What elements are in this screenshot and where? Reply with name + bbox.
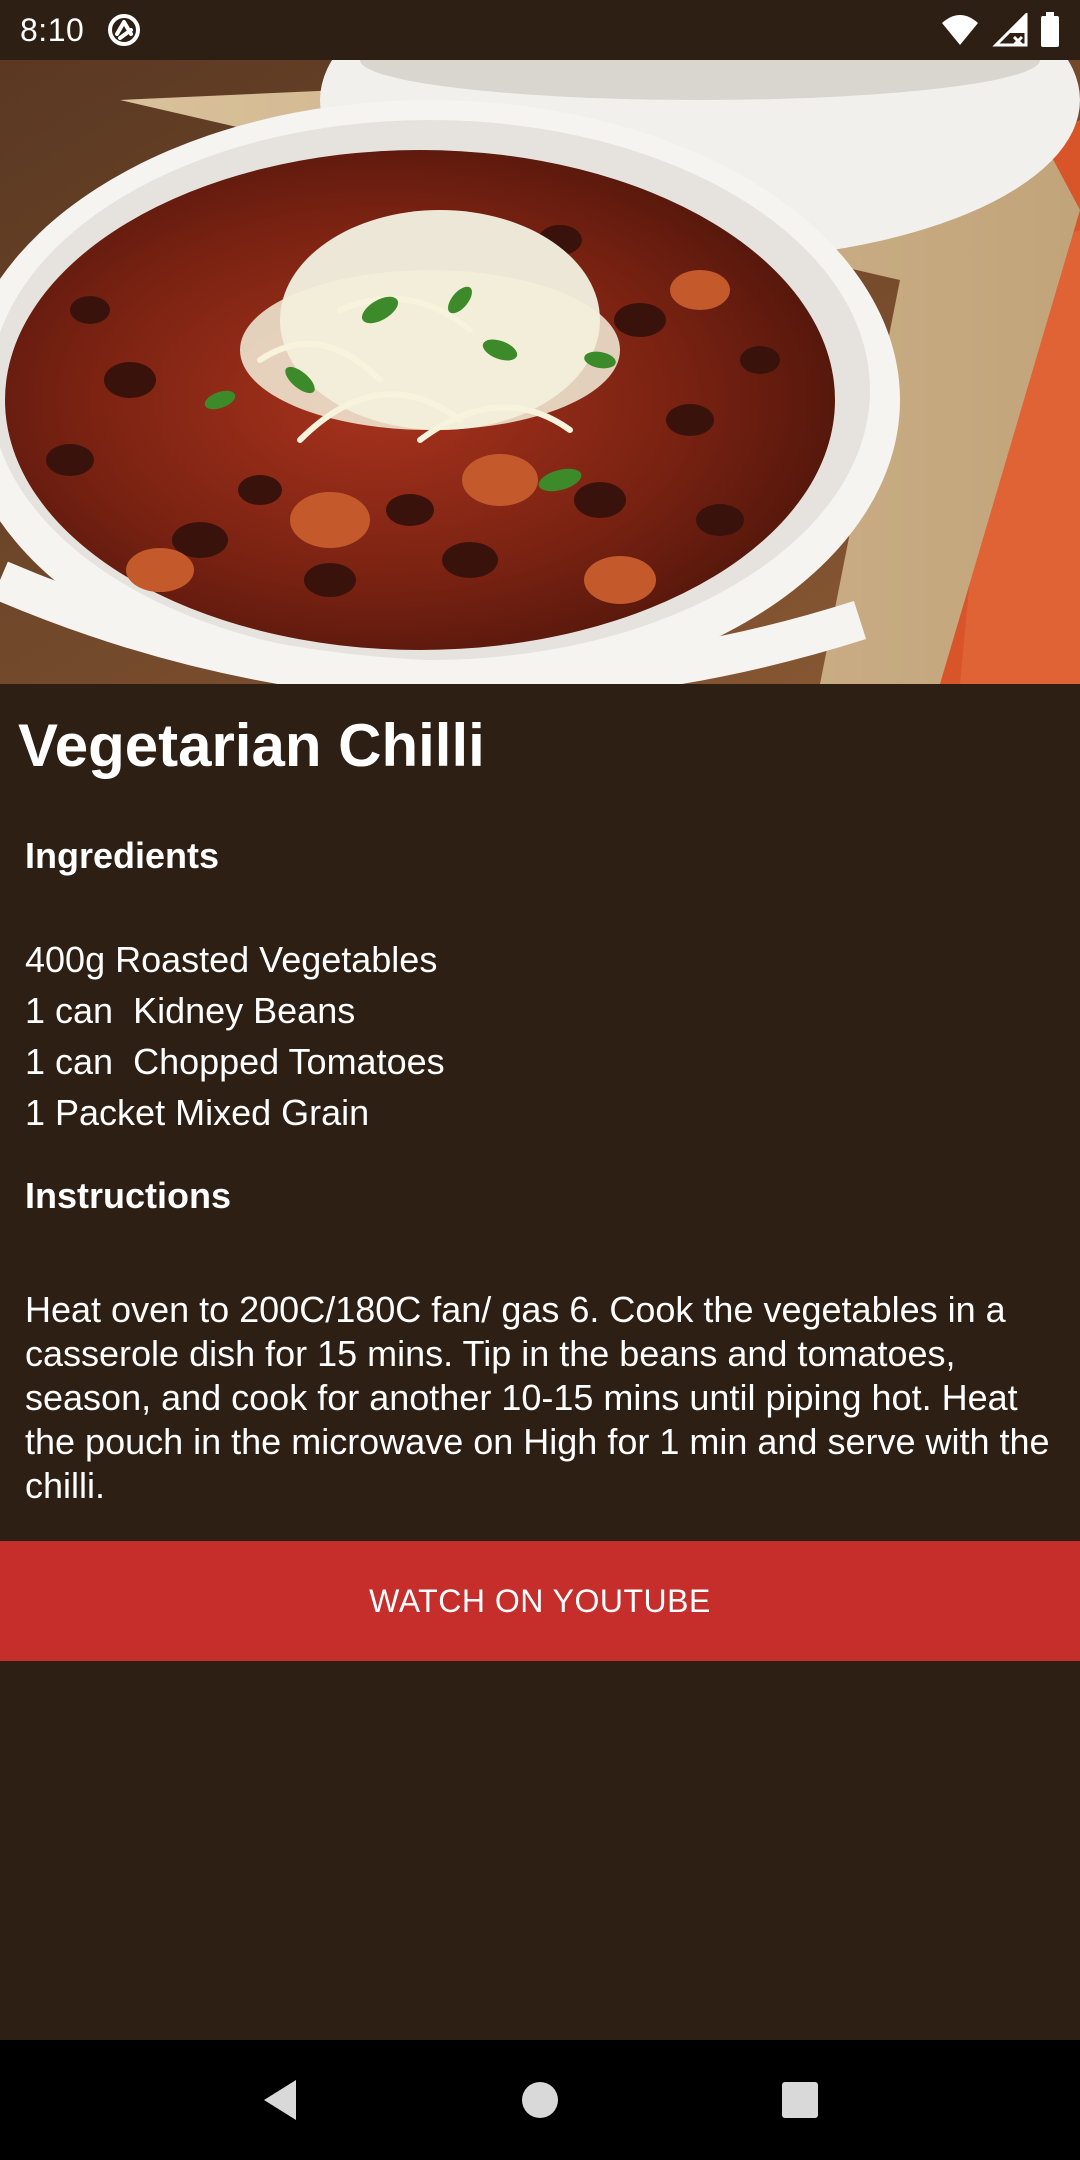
recipe-photo (0, 60, 1080, 684)
ingredients-list: 400g Roasted Vegetables 1 can Kidney Bea… (25, 934, 445, 1138)
ingredient-item: 1 can Chopped Tomatoes (25, 1041, 445, 1082)
chilli-bowl-illustration (0, 60, 1080, 684)
status-bar: 8:10 (0, 0, 1080, 60)
status-right (940, 12, 1060, 48)
recents-icon (781, 2081, 819, 2119)
sync-icon (106, 12, 142, 48)
back-button[interactable] (240, 2060, 320, 2140)
instructions-text: Heat oven to 200C/180C fan/ gas 6. Cook … (25, 1289, 1050, 1506)
status-time: 8:10 (20, 11, 85, 48)
wifi-icon (940, 13, 980, 47)
battery-icon (1040, 12, 1060, 48)
system-nav-bar (0, 2040, 1080, 2160)
ingredients-heading: Ingredients (25, 835, 220, 876)
back-icon (260, 2078, 300, 2122)
status-left: 8:10 (20, 12, 142, 49)
cell-signal-icon (992, 13, 1028, 47)
recipe-title: Vegetarian Chilli (18, 712, 485, 779)
recents-button[interactable] (760, 2060, 840, 2140)
ingredient-item: 400g Roasted Vegetables (25, 939, 438, 980)
ingredient-item: 1 Packet Mixed Grain (25, 1092, 370, 1133)
instructions-heading: Instructions (25, 1175, 232, 1216)
ingredient-item: 1 can Kidney Beans (25, 990, 356, 1031)
watch-on-youtube-button[interactable]: WATCH ON YOUTUBE (0, 1541, 1080, 1661)
home-icon (521, 2081, 559, 2119)
home-button[interactable] (500, 2060, 580, 2140)
